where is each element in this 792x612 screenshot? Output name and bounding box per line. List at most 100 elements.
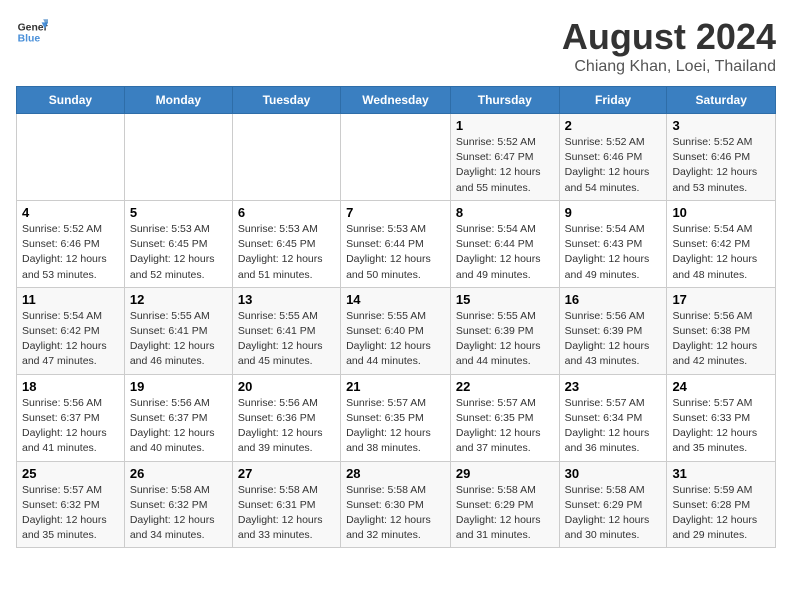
day-info: Sunrise: 5:59 AM Sunset: 6:28 PM Dayligh… <box>672 483 770 544</box>
calendar-table: SundayMondayTuesdayWednesdayThursdayFrid… <box>16 86 776 548</box>
logo-icon: General Blue <box>16 16 48 48</box>
day-number: 17 <box>672 292 770 307</box>
calendar-week-3: 11 Sunrise: 5:54 AM Sunset: 6:42 PM Dayli… <box>17 287 776 374</box>
calendar-cell: 25 Sunrise: 5:57 AM Sunset: 6:32 PM Dayli… <box>17 461 125 548</box>
day-number: 21 <box>346 379 445 394</box>
day-info: Sunrise: 5:58 AM Sunset: 6:29 PM Dayligh… <box>565 483 662 544</box>
calendar-week-2: 4 Sunrise: 5:52 AM Sunset: 6:46 PM Daylig… <box>17 200 776 287</box>
calendar-body: 1Sunrise: 5:52 AM Sunset: 6:47 PM Daylig… <box>17 114 776 548</box>
day-info: Sunrise: 5:58 AM Sunset: 6:31 PM Dayligh… <box>238 483 335 544</box>
calendar-cell: 8 Sunrise: 5:54 AM Sunset: 6:44 PM Daylig… <box>450 200 559 287</box>
day-number: 6 <box>238 205 335 220</box>
day-info: Sunrise: 5:52 AM Sunset: 6:46 PM Dayligh… <box>672 135 770 196</box>
calendar-cell: 14 Sunrise: 5:55 AM Sunset: 6:40 PM Dayli… <box>341 287 451 374</box>
day-number: 3 <box>672 118 770 133</box>
day-number: 30 <box>565 466 662 481</box>
calendar-cell: 5Sunrise: 5:53 AM Sunset: 6:45 PM Daylig… <box>124 200 232 287</box>
day-info: Sunrise: 5:55 AM Sunset: 6:39 PM Dayligh… <box>456 309 554 370</box>
day-number: 25 <box>22 466 119 481</box>
calendar-cell: 27 Sunrise: 5:58 AM Sunset: 6:31 PM Dayli… <box>232 461 340 548</box>
calendar-cell <box>232 114 340 201</box>
day-info: Sunrise: 5:58 AM Sunset: 6:30 PM Dayligh… <box>346 483 445 544</box>
day-number: 8 <box>456 205 554 220</box>
calendar-cell <box>341 114 451 201</box>
day-number: 12 <box>130 292 227 307</box>
day-number: 7 <box>346 205 445 220</box>
day-number: 4 <box>22 205 119 220</box>
day-number: 1 <box>456 118 554 133</box>
day-info: Sunrise: 5:54 AM Sunset: 6:42 PM Dayligh… <box>672 222 770 283</box>
day-info: Sunrise: 5:56 AM Sunset: 6:37 PM Dayligh… <box>130 396 227 457</box>
day-number: 14 <box>346 292 445 307</box>
header-cell-tuesday: Tuesday <box>232 87 340 114</box>
header-cell-sunday: Sunday <box>17 87 125 114</box>
calendar-cell: 16Sunrise: 5:56 AM Sunset: 6:39 PM Dayli… <box>559 287 667 374</box>
day-info: Sunrise: 5:58 AM Sunset: 6:32 PM Dayligh… <box>130 483 227 544</box>
header-cell-wednesday: Wednesday <box>341 87 451 114</box>
day-number: 28 <box>346 466 445 481</box>
day-number: 29 <box>456 466 554 481</box>
day-number: 9 <box>565 205 662 220</box>
day-info: Sunrise: 5:54 AM Sunset: 6:44 PM Dayligh… <box>456 222 554 283</box>
day-info: Sunrise: 5:57 AM Sunset: 6:35 PM Dayligh… <box>346 396 445 457</box>
day-info: Sunrise: 5:54 AM Sunset: 6:43 PM Dayligh… <box>565 222 662 283</box>
day-number: 2 <box>565 118 662 133</box>
svg-text:Blue: Blue <box>18 34 41 45</box>
day-info: Sunrise: 5:57 AM Sunset: 6:34 PM Dayligh… <box>565 396 662 457</box>
day-info: Sunrise: 5:55 AM Sunset: 6:40 PM Dayligh… <box>346 309 445 370</box>
calendar-cell <box>17 114 125 201</box>
day-info: Sunrise: 5:58 AM Sunset: 6:29 PM Dayligh… <box>456 483 554 544</box>
day-number: 13 <box>238 292 335 307</box>
calendar-cell: 23 Sunrise: 5:57 AM Sunset: 6:34 PM Dayli… <box>559 374 667 461</box>
month-title: August 2024 <box>562 16 776 58</box>
calendar-cell: 24Sunrise: 5:57 AM Sunset: 6:33 PM Dayli… <box>667 374 776 461</box>
day-number: 22 <box>456 379 554 394</box>
calendar-header: SundayMondayTuesdayWednesdayThursdayFrid… <box>17 87 776 114</box>
calendar-cell: 22 Sunrise: 5:57 AM Sunset: 6:35 PM Dayli… <box>450 374 559 461</box>
calendar-cell: 19Sunrise: 5:56 AM Sunset: 6:37 PM Dayli… <box>124 374 232 461</box>
title-block: August 2024 Chiang Khan, Loei, Thailand <box>562 16 776 76</box>
day-number: 26 <box>130 466 227 481</box>
calendar-cell: 7Sunrise: 5:53 AM Sunset: 6:44 PM Daylig… <box>341 200 451 287</box>
day-info: Sunrise: 5:52 AM Sunset: 6:46 PM Dayligh… <box>22 222 119 283</box>
day-number: 31 <box>672 466 770 481</box>
location: Chiang Khan, Loei, Thailand <box>562 58 776 76</box>
calendar-cell: 4 Sunrise: 5:52 AM Sunset: 6:46 PM Daylig… <box>17 200 125 287</box>
calendar-week-1: 1Sunrise: 5:52 AM Sunset: 6:47 PM Daylig… <box>17 114 776 201</box>
calendar-cell: 13Sunrise: 5:55 AM Sunset: 6:41 PM Dayli… <box>232 287 340 374</box>
calendar-week-4: 18 Sunrise: 5:56 AM Sunset: 6:37 PM Dayli… <box>17 374 776 461</box>
calendar-cell: 3 Sunrise: 5:52 AM Sunset: 6:46 PM Daylig… <box>667 114 776 201</box>
day-info: Sunrise: 5:53 AM Sunset: 6:45 PM Dayligh… <box>130 222 227 283</box>
logo: General Blue <box>16 16 48 48</box>
calendar-cell: 18Sunrise: 5:56 AM Sunset: 6:37 PM Dayli… <box>17 374 125 461</box>
day-info: Sunrise: 5:56 AM Sunset: 6:36 PM Dayligh… <box>238 396 335 457</box>
calendar-cell: 12 Sunrise: 5:55 AM Sunset: 6:41 PM Dayli… <box>124 287 232 374</box>
day-info: Sunrise: 5:57 AM Sunset: 6:35 PM Dayligh… <box>456 396 554 457</box>
calendar-cell: 30 Sunrise: 5:58 AM Sunset: 6:29 PM Dayli… <box>559 461 667 548</box>
header-cell-friday: Friday <box>559 87 667 114</box>
day-info: Sunrise: 5:57 AM Sunset: 6:32 PM Dayligh… <box>22 483 119 544</box>
calendar-cell: 20 Sunrise: 5:56 AM Sunset: 6:36 PM Dayli… <box>232 374 340 461</box>
calendar-cell: 2Sunrise: 5:52 AM Sunset: 6:46 PM Daylig… <box>559 114 667 201</box>
calendar-cell: 10Sunrise: 5:54 AM Sunset: 6:42 PM Dayli… <box>667 200 776 287</box>
header-cell-thursday: Thursday <box>450 87 559 114</box>
calendar-cell: 21 Sunrise: 5:57 AM Sunset: 6:35 PM Dayli… <box>341 374 451 461</box>
day-number: 18 <box>22 379 119 394</box>
header-cell-saturday: Saturday <box>667 87 776 114</box>
calendar-cell: 17Sunrise: 5:56 AM Sunset: 6:38 PM Dayli… <box>667 287 776 374</box>
calendar-cell: 29 Sunrise: 5:58 AM Sunset: 6:29 PM Dayli… <box>450 461 559 548</box>
header-row: SundayMondayTuesdayWednesdayThursdayFrid… <box>17 87 776 114</box>
day-number: 20 <box>238 379 335 394</box>
day-info: Sunrise: 5:54 AM Sunset: 6:42 PM Dayligh… <box>22 309 119 370</box>
calendar-week-5: 25 Sunrise: 5:57 AM Sunset: 6:32 PM Dayli… <box>17 461 776 548</box>
day-number: 27 <box>238 466 335 481</box>
day-number: 15 <box>456 292 554 307</box>
day-info: Sunrise: 5:53 AM Sunset: 6:45 PM Dayligh… <box>238 222 335 283</box>
day-info: Sunrise: 5:55 AM Sunset: 6:41 PM Dayligh… <box>130 309 227 370</box>
calendar-cell: 26 Sunrise: 5:58 AM Sunset: 6:32 PM Dayli… <box>124 461 232 548</box>
page-header: General Blue August 2024 Chiang Khan, Lo… <box>16 16 776 76</box>
day-number: 23 <box>565 379 662 394</box>
day-info: Sunrise: 5:57 AM Sunset: 6:33 PM Dayligh… <box>672 396 770 457</box>
day-info: Sunrise: 5:56 AM Sunset: 6:39 PM Dayligh… <box>565 309 662 370</box>
day-number: 11 <box>22 292 119 307</box>
